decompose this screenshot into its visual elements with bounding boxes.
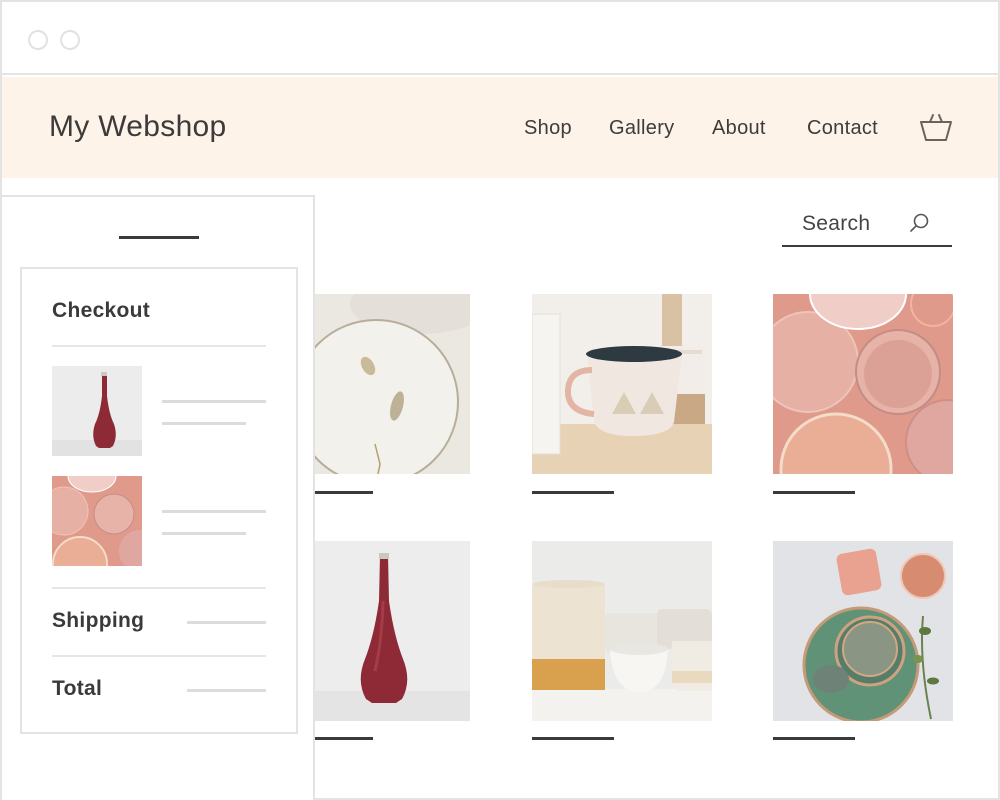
total-label: Total <box>52 677 103 700</box>
checkout-panel: Checkout Shipping Total <box>20 267 298 734</box>
product-image[interactable] <box>773 294 953 474</box>
product-title-placeholder <box>532 737 614 740</box>
product-title-placeholder <box>532 491 614 494</box>
product-image[interactable] <box>290 294 470 474</box>
search-placeholder: Search <box>802 212 871 235</box>
drawer-handle[interactable] <box>119 236 199 239</box>
divider <box>52 345 266 347</box>
product-title-placeholder <box>773 737 855 740</box>
product-title-placeholder <box>315 737 373 740</box>
product-image[interactable] <box>532 541 712 721</box>
product-image[interactable] <box>532 294 712 474</box>
window-control-dot[interactable] <box>28 30 48 50</box>
product-image[interactable] <box>290 541 470 721</box>
search-icon[interactable] <box>908 212 930 234</box>
window-control-dot[interactable] <box>60 30 80 50</box>
site-logo[interactable]: My Webshop <box>49 110 227 144</box>
basket-icon[interactable] <box>918 112 954 144</box>
item-name-placeholder <box>162 400 266 403</box>
shipping-value-placeholder <box>187 621 266 624</box>
divider <box>52 587 266 589</box>
title-bar <box>2 2 998 75</box>
nav-contact[interactable]: Contact <box>807 117 878 140</box>
nav-about[interactable]: About <box>712 117 766 140</box>
divider <box>52 655 266 657</box>
checkout-drawer: Checkout Shipping Total <box>2 195 315 800</box>
item-price-placeholder <box>162 532 246 535</box>
nav-shop[interactable]: Shop <box>524 117 572 140</box>
product-title-placeholder <box>315 491 373 494</box>
checkout-title: Checkout <box>52 299 151 322</box>
shipping-label: Shipping <box>52 609 145 632</box>
search-field[interactable]: Search <box>782 204 952 247</box>
item-price-placeholder <box>162 422 246 425</box>
site-header: My Webshop Shop Gallery About Contact <box>2 77 998 178</box>
checkout-item-image[interactable] <box>52 476 142 566</box>
browser-window: My Webshop Shop Gallery About Contact Se… <box>0 0 1000 800</box>
nav-gallery[interactable]: Gallery <box>609 117 674 140</box>
product-image[interactable] <box>773 541 953 721</box>
checkout-item-image[interactable] <box>52 366 142 456</box>
product-title-placeholder <box>773 491 855 494</box>
total-value-placeholder <box>187 689 266 692</box>
item-name-placeholder <box>162 510 266 513</box>
